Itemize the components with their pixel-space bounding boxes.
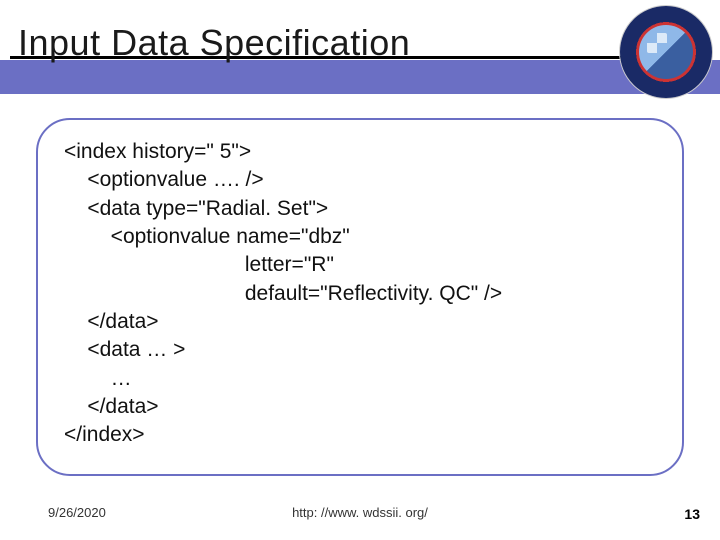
code-line: default="Reflectivity. QC" /> bbox=[64, 282, 502, 305]
nssl-logo bbox=[620, 6, 712, 98]
footer-page-number: 13 bbox=[684, 506, 700, 522]
code-line: </data> bbox=[64, 310, 159, 333]
code-line: <data type="Radial. Set"> bbox=[64, 197, 328, 220]
code-line: <optionvalue …. /> bbox=[64, 168, 264, 191]
slide: Input Data Specification <index history=… bbox=[0, 0, 720, 540]
code-line: </index> bbox=[64, 423, 145, 446]
code-line: <optionvalue name="dbz" bbox=[64, 225, 350, 248]
nssl-logo-inner bbox=[639, 25, 693, 79]
content-panel: <index history=" 5"> <optionvalue …. /> … bbox=[36, 118, 684, 476]
footer-url: http: //www. wdssii. org/ bbox=[0, 505, 720, 520]
code-line: <data … > bbox=[64, 338, 185, 361]
slide-title: Input Data Specification bbox=[14, 18, 410, 64]
title-accent-bar bbox=[0, 60, 720, 94]
code-line: letter="R" bbox=[64, 253, 334, 276]
title-container: Input Data Specification bbox=[14, 18, 410, 64]
code-line: … bbox=[64, 367, 132, 390]
code-line: <index history=" 5"> bbox=[64, 140, 251, 163]
xml-code-block: <index history=" 5"> <optionvalue …. /> … bbox=[64, 138, 656, 450]
code-line: </data> bbox=[64, 395, 159, 418]
